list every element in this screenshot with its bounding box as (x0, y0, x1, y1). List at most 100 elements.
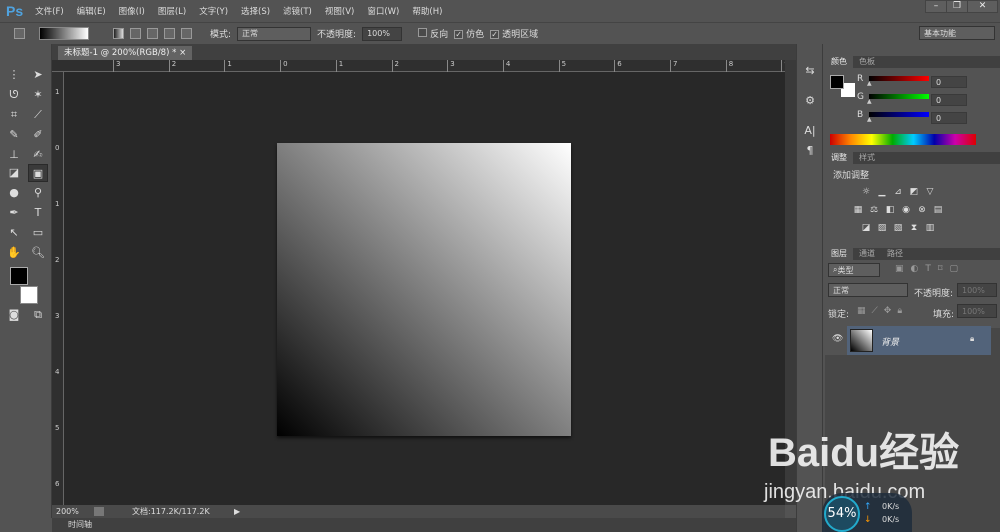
eyedropper-icon[interactable]: ⟋ (28, 106, 48, 124)
status-menu-arrow[interactable]: ▶ (234, 505, 240, 518)
opacity-input[interactable]: 100% (362, 26, 403, 41)
radial-gradient-icon[interactable] (130, 28, 141, 39)
slider-handle-icon[interactable]: ▲ (867, 116, 872, 123)
menu-edit[interactable]: 编辑(E) (77, 5, 106, 17)
document-image-gradient[interactable] (277, 143, 571, 436)
menu-type[interactable]: 文字(Y) (199, 5, 228, 17)
selective-color-icon[interactable]: ⧗ (908, 223, 920, 233)
move-tool-icon[interactable]: ➤ (28, 66, 48, 84)
timeline-panel-tab[interactable]: 时间轴 (52, 518, 796, 532)
shape-tool-icon[interactable]: ▭ (28, 224, 48, 242)
tab-paths[interactable]: 路径 (881, 248, 909, 260)
gradient-picker[interactable] (39, 27, 89, 40)
mode-select[interactable]: 正常 (237, 26, 312, 41)
reverse-checkbox[interactable]: 反向 (418, 27, 448, 40)
menu-layer[interactable]: 图层(L) (158, 5, 186, 17)
stamp-tool-icon[interactable]: ⊥ (4, 146, 24, 164)
threshold-icon[interactable]: ▧ (892, 223, 904, 233)
screen-mode-icon[interactable]: ⧉ (28, 306, 48, 324)
zoom-level[interactable]: 200% (56, 505, 79, 518)
tab-swatches[interactable]: 色板 (853, 56, 881, 68)
channel-value[interactable]: 0 (931, 76, 967, 88)
history-brush-icon[interactable]: ✍ (28, 146, 48, 164)
background-color-swatch[interactable] (20, 286, 38, 304)
foreground-color-swatch[interactable] (10, 267, 28, 285)
zoom-tool-icon[interactable]: 🔍︎ (28, 244, 48, 262)
pen-tool-icon[interactable]: ✒ (4, 204, 24, 222)
magic-wand-icon[interactable]: ✶ (28, 86, 48, 104)
menu-select[interactable]: 选择(S) (241, 5, 270, 17)
hue-saturation-icon[interactable]: ▦ (852, 205, 864, 215)
transparency-checkbox[interactable]: ✓ 透明区域 (490, 27, 538, 40)
reflected-gradient-icon[interactable] (164, 28, 175, 39)
angle-gradient-icon[interactable] (147, 28, 158, 39)
workspace-select[interactable]: 基本功能 (919, 26, 995, 40)
blend-mode-select[interactable]: 正常 (828, 283, 908, 297)
lasso-tool-icon[interactable]: ᘎ (4, 86, 24, 104)
path-select-icon[interactable]: ↖ (4, 224, 24, 242)
layer-filter-icons[interactable]: ▣◐T⌑▢ (895, 264, 965, 274)
brush-tool-icon[interactable]: ✐ (28, 126, 48, 144)
status-info-icon[interactable] (94, 507, 104, 516)
type-tool-icon[interactable]: T (28, 204, 48, 222)
brightness-icon[interactable]: ☼ (860, 187, 872, 197)
gradient-tool-icon[interactable]: ▣ (28, 164, 48, 182)
dither-checkbox[interactable]: ✓ 仿色 (454, 27, 484, 40)
color-spectrum[interactable] (830, 134, 976, 145)
gradient-map-icon[interactable]: ▥ (924, 223, 936, 233)
channel-mixer-icon[interactable]: ⊗ (916, 205, 928, 215)
tab-adjustments[interactable]: 调整 (825, 152, 853, 164)
channel-slider[interactable] (869, 94, 929, 99)
lock-icons[interactable]: ▦⟋✥🔒︎ (857, 306, 908, 316)
exposure-icon[interactable]: ◩ (908, 187, 920, 197)
document-tab[interactable]: 未标题-1 @ 200%(RGB/8) * × (58, 46, 193, 60)
paragraph-icon[interactable]: ¶ (801, 144, 819, 157)
eye-visibility-icon[interactable]: 👁︎ (832, 334, 843, 344)
menu-help[interactable]: 帮助(H) (412, 5, 442, 17)
layer-row[interactable]: 👁︎ 背景 🔒︎ (825, 326, 991, 355)
close-button[interactable]: ✕ (967, 0, 998, 13)
eraser-tool-icon[interactable]: ◪ (4, 164, 24, 182)
fill-input[interactable]: 100% (957, 304, 997, 318)
curves-icon[interactable]: ⊿ (892, 187, 904, 197)
menu-filter[interactable]: 滤镜(T) (283, 5, 312, 17)
invert-icon[interactable]: ◪ (860, 223, 872, 233)
tab-layers[interactable]: 图层 (825, 248, 853, 260)
marquee-tool-icon[interactable]: ⋮ (4, 66, 24, 84)
slider-handle-icon[interactable]: ▲ (867, 98, 872, 105)
healing-brush-icon[interactable]: ✎ (4, 126, 24, 144)
menu-file[interactable]: 文件(F) (35, 5, 64, 17)
linear-gradient-icon[interactable] (113, 28, 124, 39)
minimize-button[interactable]: – (925, 0, 947, 13)
foreground-swatch[interactable] (830, 75, 844, 89)
tab-styles[interactable]: 样式 (853, 152, 881, 164)
posterize-icon[interactable]: ▨ (876, 223, 888, 233)
close-tab-icon[interactable]: × (179, 48, 186, 58)
channel-value[interactable]: 0 (931, 112, 967, 124)
tab-channels[interactable]: 通道 (853, 248, 881, 260)
crop-tool-icon[interactable]: ⌗ (4, 106, 24, 124)
channel-value[interactable]: 0 (931, 94, 967, 106)
blur-tool-icon[interactable]: ● (4, 184, 24, 202)
menu-window[interactable]: 窗口(W) (367, 5, 399, 17)
levels-icon[interactable]: ▁ (876, 187, 888, 197)
color-lookup-icon[interactable]: ▤ (932, 205, 944, 215)
diamond-gradient-icon[interactable] (181, 28, 192, 39)
history-icon[interactable]: ⇆ (801, 64, 819, 77)
menu-image[interactable]: 图像(I) (119, 5, 145, 17)
channel-slider[interactable] (869, 112, 929, 117)
dodge-tool-icon[interactable]: ⚲ (28, 184, 48, 202)
layer-name[interactable]: 背景 (881, 335, 899, 348)
layer-opacity-input[interactable]: 100% (957, 283, 997, 297)
hand-tool-icon[interactable]: ✋ (4, 244, 24, 262)
slider-handle-icon[interactable]: ▲ (867, 80, 872, 87)
photo-filter-icon[interactable]: ◉ (900, 205, 912, 215)
menu-view[interactable]: 视图(V) (325, 5, 354, 17)
channel-slider[interactable] (869, 76, 929, 81)
actions-icon[interactable]: ⚙ (801, 94, 819, 107)
quick-mask-icon[interactable]: ◙ (4, 306, 24, 324)
vibrance-icon[interactable]: ▽ (924, 187, 936, 197)
tab-color[interactable]: 颜色 (825, 56, 853, 68)
character-icon[interactable]: A| (801, 124, 819, 137)
layer-filter-select[interactable]: ⌕ 类型 (828, 263, 880, 277)
